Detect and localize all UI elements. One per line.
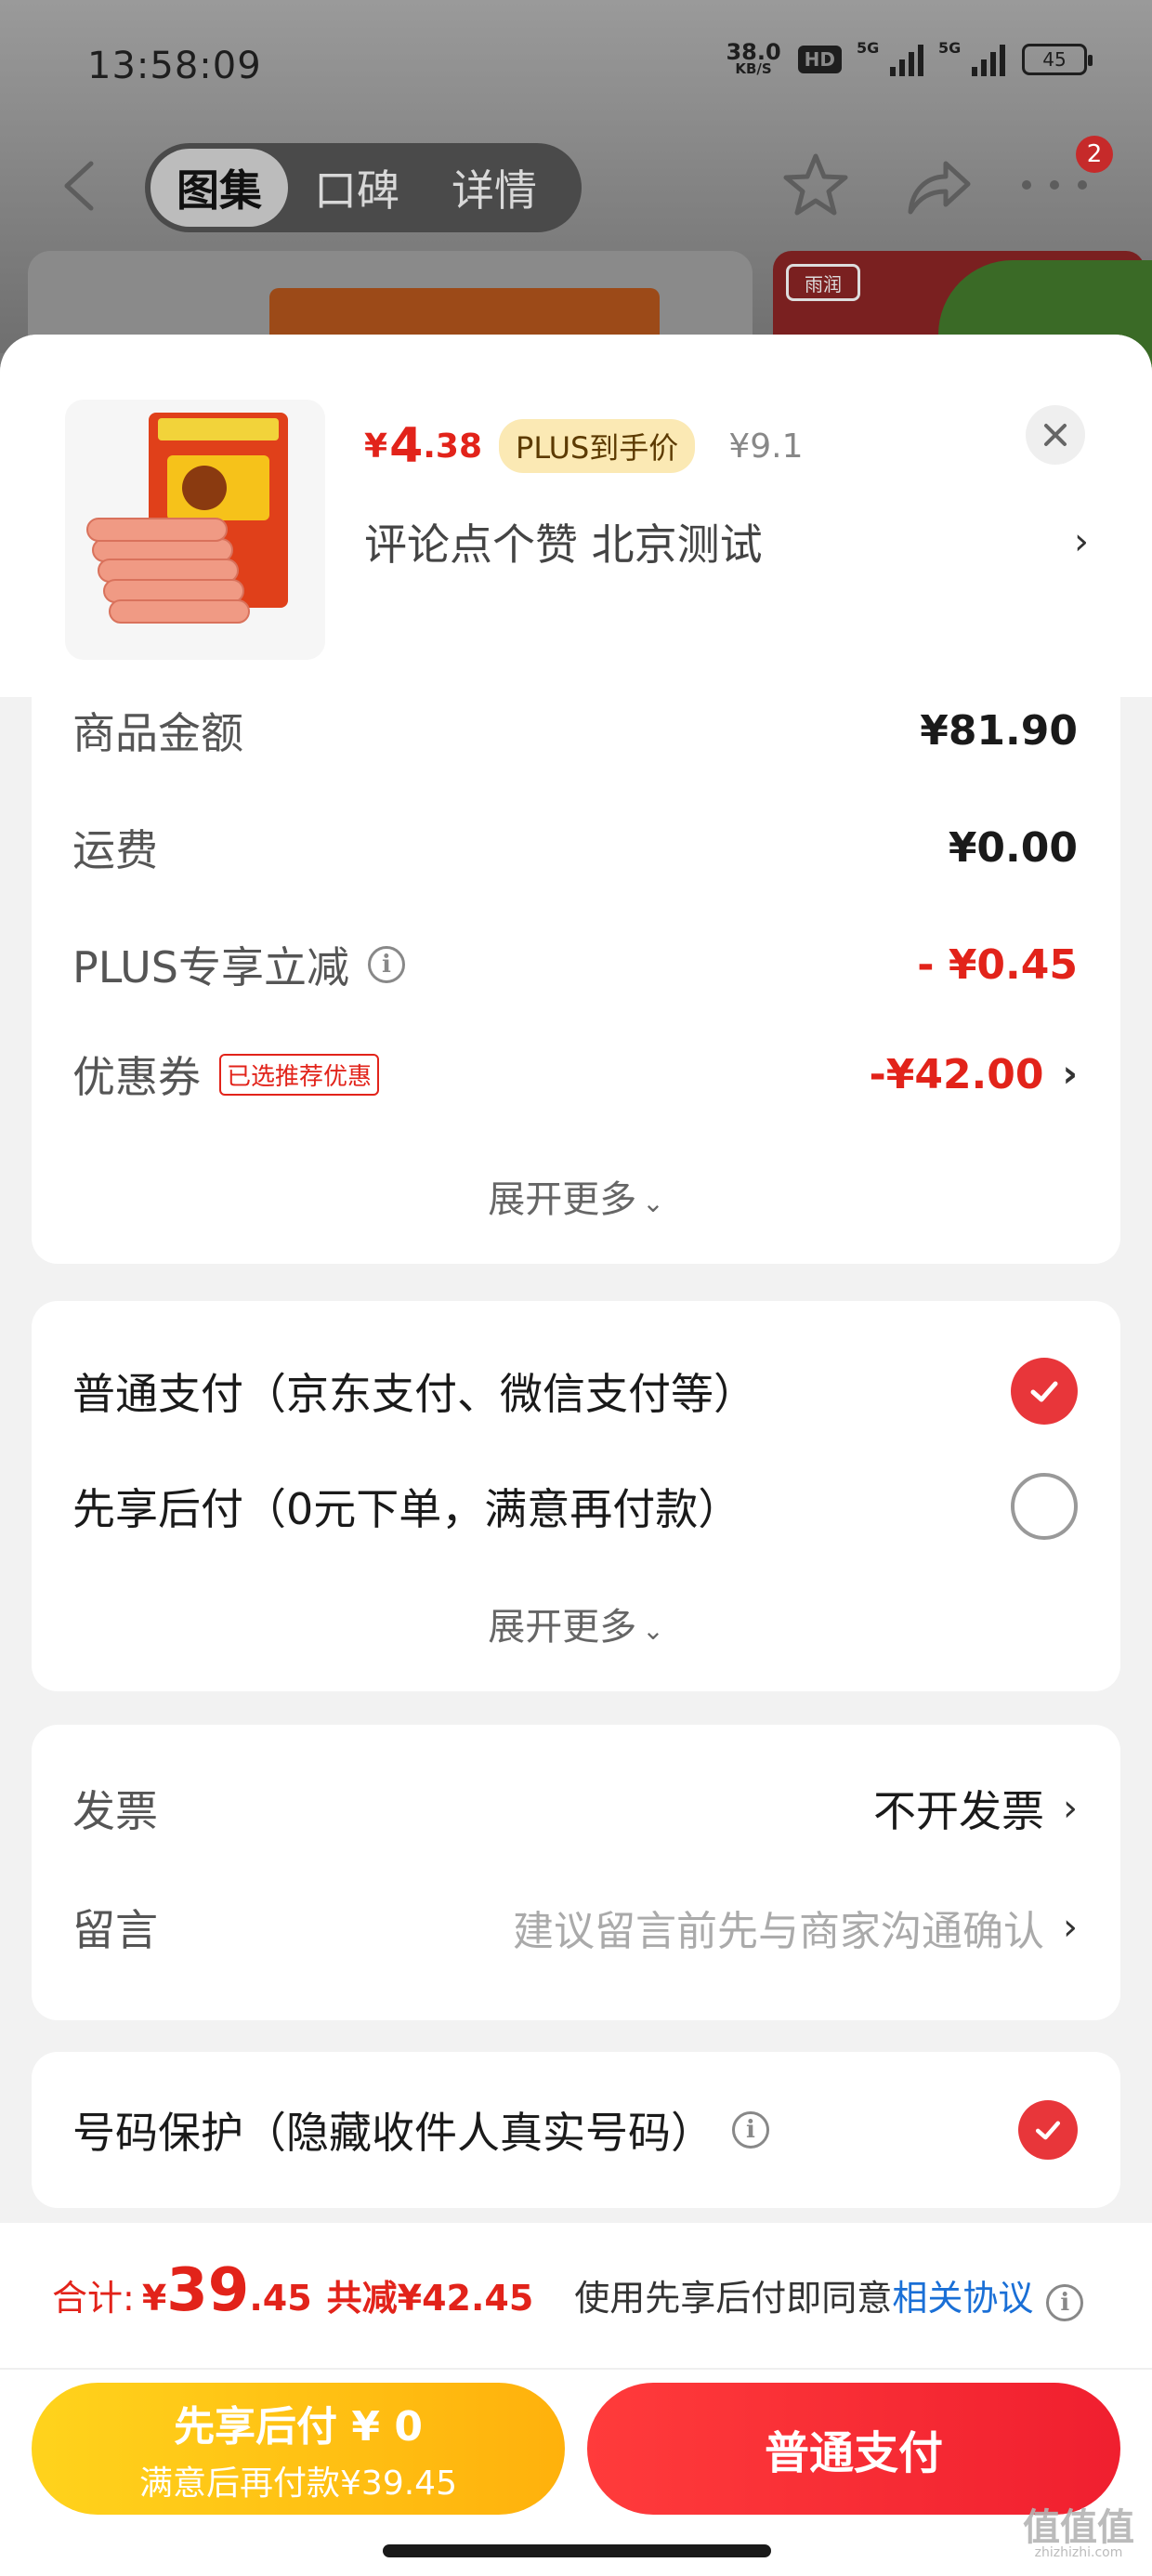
shipping-label: 运费	[72, 825, 158, 875]
number-protection-card: 号码保护（隐藏收件人真实号码） i	[32, 2052, 1120, 2208]
chevron-right-icon: ›	[1062, 1053, 1078, 1096]
pay-later-button[interactable]: 先享后付 ¥ 0 满意后再付款¥39.45	[32, 2383, 565, 2515]
product-spec-selector[interactable]: 评论点个赞 北京测试 ›	[364, 511, 1089, 572]
normal-pay-button[interactable]: 普通支付	[587, 2383, 1120, 2515]
network-speed: 38.0 KB/S	[726, 39, 781, 78]
payment-option-normal[interactable]: 普通支付（京东支付、微信支付等）	[72, 1349, 1078, 1433]
home-indicator[interactable]	[383, 2544, 771, 2557]
total-line: 合计: ¥ 39 .45 共减¥42.45 使用先享后付即同意 相关协议 i	[52, 2256, 1084, 2325]
agreement-link[interactable]: 相关协议	[892, 2269, 1033, 2320]
payment-option-later[interactable]: 先享后付（0元下单，满意再付款）	[72, 1465, 1078, 1548]
favorite-star-icon[interactable]	[780, 151, 851, 221]
chevron-down-icon: ⌄	[642, 1188, 664, 1218]
chevron-right-icon: ›	[1063, 1787, 1078, 1830]
checked-icon[interactable]	[1018, 2100, 1078, 2160]
price-integer: 4	[389, 418, 424, 474]
signal-icon-secondary: 5G	[938, 39, 1005, 76]
pay-later-title: 先享后付 ¥ 0	[174, 2403, 423, 2451]
number-protection-row[interactable]: 号码保护（隐藏收件人真实号码） i	[72, 2093, 1078, 2167]
total-saving: 共减¥42.45	[326, 2278, 534, 2319]
signal-icon: 5G	[857, 39, 923, 76]
status-icons: 38.0 KB/S HD 5G 5G 45	[726, 39, 1093, 78]
info-icon[interactable]: i	[367, 946, 405, 983]
plus-discount-value: - ¥0.45	[917, 940, 1078, 989]
plus-price-tag: PLUS到手价	[499, 419, 696, 473]
back-arrow-icon[interactable]	[58, 160, 102, 212]
price-breakdown-card: 商品金额 ¥81.90 运费 ¥0.00 PLUS专享立减 i - ¥0.45 …	[32, 697, 1120, 1264]
total-symbol: ¥	[141, 2278, 167, 2319]
coupon-recommend-tag: 已选推荐优惠	[219, 1053, 380, 1096]
chevron-right-icon: ›	[1063, 1906, 1078, 1949]
background-product-page: 13:58:09 38.0 KB/S HD 5G 5G 45 图集 口碑 详情	[0, 0, 1152, 390]
coupon-value: -¥42.00	[869, 1050, 1044, 1098]
row-shipping: 运费 ¥0.00	[72, 810, 1078, 885]
expand-more-payment[interactable]: 展开更多 ⌄	[32, 1597, 1120, 1650]
watermark: 值值值 zhizhizhi.com	[1023, 2506, 1134, 2560]
hd-voice-icon: HD	[797, 46, 842, 73]
tab-reviews[interactable]: 口碑	[288, 149, 425, 227]
shipping-value: ¥0.00	[948, 823, 1078, 872]
row-goods-amount: 商品金额 ¥81.90	[72, 693, 1078, 768]
invoice-row[interactable]: 发票 不开发票 ›	[72, 1771, 1078, 1846]
payment-later-label: 先享后付（0元下单，满意再付款）	[72, 1484, 741, 1534]
divider	[0, 2368, 1152, 2370]
original-price: ¥9.1	[728, 427, 804, 466]
message-placeholder: 建议留言前先与商家沟通确认	[513, 1908, 1044, 1955]
invoice-card: 发票 不开发票 › 留言 建议留言前先与商家沟通确认 ›	[32, 1725, 1120, 2020]
status-time: 13:58:09	[87, 45, 262, 87]
tab-details[interactable]: 详情	[425, 149, 563, 227]
price-decimal: .38	[423, 427, 483, 466]
plus-discount-label: PLUS专享立减	[72, 942, 349, 992]
more-menu-icon[interactable]	[1022, 171, 1087, 199]
expand-more-price[interactable]: 展开更多 ⌄	[32, 1169, 1120, 1223]
tab-gallery[interactable]: 图集	[151, 149, 288, 227]
info-icon[interactable]: i	[732, 2111, 769, 2149]
row-plus-discount: PLUS专享立减 i - ¥0.45	[72, 927, 1078, 1002]
checked-icon[interactable]	[1011, 1358, 1078, 1425]
product-tabs: 图集 口碑 详情	[145, 143, 582, 232]
price-symbol: ¥	[364, 427, 388, 466]
close-button[interactable]	[1026, 405, 1085, 465]
number-protection-label: 号码保护（隐藏收件人真实号码）	[72, 2108, 713, 2158]
total-integer: 39	[166, 2256, 250, 2325]
chevron-right-icon: ›	[1074, 520, 1089, 563]
product-spec-text: 评论点个赞 北京测试	[364, 519, 763, 570]
message-label: 留言	[72, 1905, 158, 1955]
product-summary: ¥ 4 .38 PLUS到手价 ¥9.1 评论点个赞 北京测试 ›	[0, 335, 1152, 697]
chevron-down-icon: ⌄	[642, 1615, 664, 1646]
invoice-value: 不开发票	[873, 1786, 1044, 1836]
total-label: 合计:	[52, 2278, 135, 2319]
payment-normal-label: 普通支付（京东支付、微信支付等）	[72, 1369, 756, 1419]
notification-badge: 2	[1076, 136, 1113, 173]
product-nav-bar: 图集 口碑 详情 2	[0, 136, 1152, 232]
payment-method-card: 普通支付（京东支付、微信支付等） 先享后付（0元下单，满意再付款） 展开更多 ⌄	[32, 1301, 1120, 1691]
coupon-label: 优惠券	[72, 1052, 201, 1102]
goods-amount-label: 商品金额	[72, 708, 243, 758]
battery-icon: 45	[1022, 44, 1093, 75]
message-row[interactable]: 留言 建议留言前先与商家沟通确认 ›	[72, 1890, 1078, 1965]
brand-logo: 雨润	[786, 264, 860, 301]
unchecked-circle-icon[interactable]	[1011, 1473, 1078, 1540]
agreement-text: 使用先享后付即同意	[574, 2278, 893, 2319]
total-decimal: .45	[249, 2278, 312, 2319]
row-coupon[interactable]: 优惠券 已选推荐优惠 -¥42.00 ›	[72, 1037, 1078, 1111]
status-bar: 13:58:09 38.0 KB/S HD 5G 5G 45	[0, 37, 1152, 102]
product-price-row: ¥ 4 .38 PLUS到手价 ¥9.1	[364, 409, 803, 483]
share-icon[interactable]	[903, 152, 974, 219]
invoice-label: 发票	[72, 1786, 158, 1836]
checkout-footer: 合计: ¥ 39 .45 共减¥42.45 使用先享后付即同意 相关协议 i 先…	[0, 2223, 1152, 2576]
product-image	[65, 400, 325, 660]
pay-later-subtitle: 满意后再付款¥39.45	[139, 2464, 457, 2503]
goods-amount-value: ¥81.90	[920, 706, 1078, 755]
close-icon	[1044, 424, 1067, 446]
info-icon[interactable]: i	[1046, 2284, 1084, 2321]
